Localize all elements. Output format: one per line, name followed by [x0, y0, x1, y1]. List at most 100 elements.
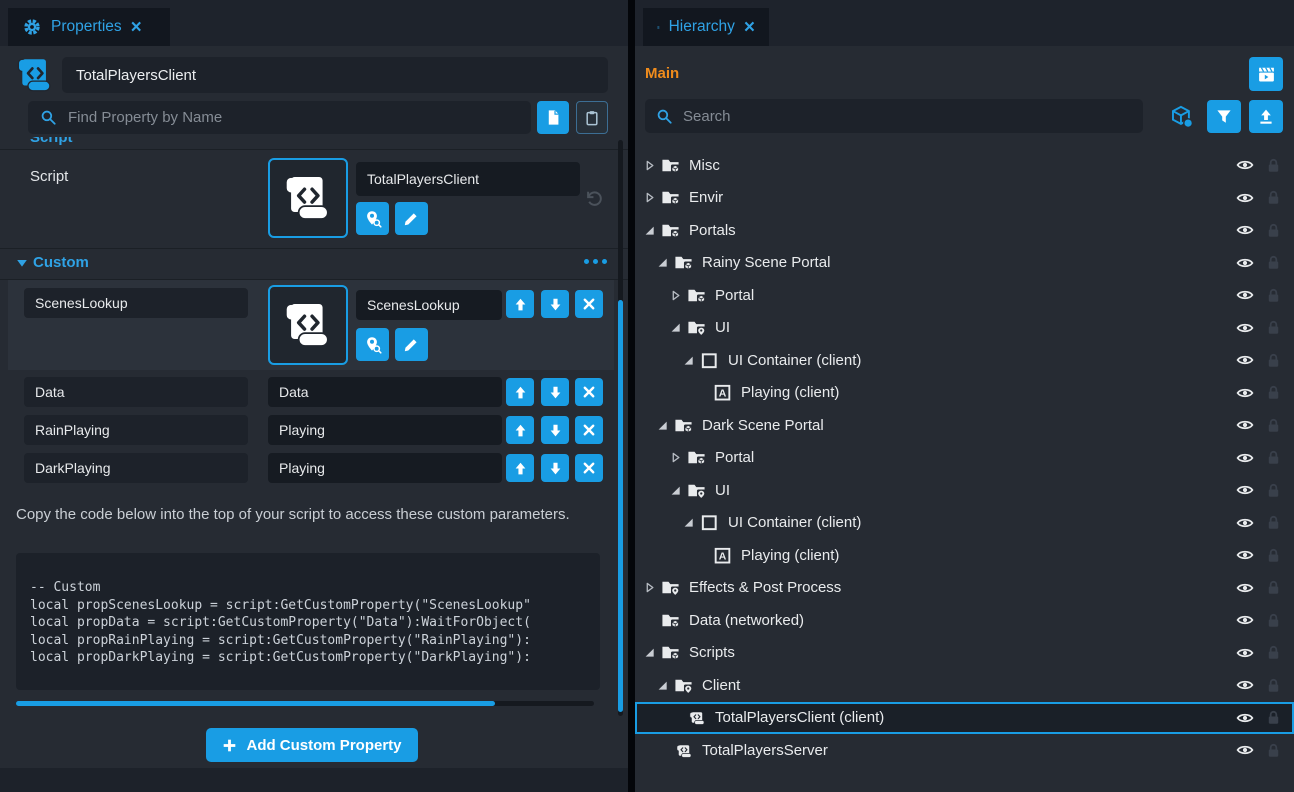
add-custom-property-button[interactable]: Add Custom Property [206, 728, 418, 762]
scene-manager-button[interactable] [1249, 57, 1283, 91]
move-down-button[interactable] [541, 378, 569, 406]
custom-prop-value-field[interactable]: Data [268, 377, 502, 407]
close-icon[interactable]: × [744, 18, 755, 37]
lock-icon[interactable] [1265, 579, 1282, 596]
horizontal-scrollbar-thumb[interactable] [16, 701, 495, 706]
visibility-eye-icon[interactable] [1236, 644, 1254, 662]
move-down-button[interactable] [541, 416, 569, 444]
visibility-eye-icon[interactable] [1236, 189, 1254, 207]
lock-icon[interactable] [1265, 514, 1282, 531]
copy-properties-button[interactable] [537, 101, 569, 134]
object-name-input[interactable] [62, 57, 608, 93]
custom-prop-name-field[interactable]: Data [24, 377, 248, 407]
tree-item[interactable]: Scripts [635, 637, 1294, 670]
lock-icon[interactable] [1265, 449, 1282, 466]
visibility-eye-icon[interactable] [1236, 156, 1254, 174]
tree-item[interactable]: UI Container (client) [635, 507, 1294, 540]
custom-prop-name-field[interactable]: DarkPlaying [24, 453, 248, 483]
visibility-eye-icon[interactable] [1236, 546, 1254, 564]
expander-icon[interactable] [643, 191, 656, 204]
custom-prop-name-field[interactable]: RainPlaying [24, 415, 248, 445]
move-down-button[interactable] [541, 290, 569, 318]
lock-icon[interactable] [1265, 482, 1282, 499]
lock-icon[interactable] [1265, 677, 1282, 694]
tree-item[interactable]: UI [635, 312, 1294, 345]
script-asset-name-field[interactable]: TotalPlayersClient [356, 162, 580, 196]
delete-property-button[interactable] [575, 378, 603, 406]
visibility-eye-icon[interactable] [1236, 351, 1254, 369]
expander-icon[interactable] [656, 419, 669, 432]
tree-item[interactable]: Misc [635, 149, 1294, 182]
lock-icon[interactable] [1265, 157, 1282, 174]
visibility-eye-icon[interactable] [1236, 481, 1254, 499]
tree-item[interactable]: UI Container (client) [635, 344, 1294, 377]
custom-section-menu-button[interactable] [584, 259, 607, 264]
find-in-project-button[interactable] [356, 202, 389, 235]
visibility-eye-icon[interactable] [1236, 741, 1254, 759]
visibility-eye-icon[interactable] [1236, 449, 1254, 467]
expander-icon[interactable] [682, 516, 695, 529]
lock-icon[interactable] [1265, 189, 1282, 206]
expander-icon[interactable] [643, 159, 656, 172]
tab-properties[interactable]: Properties × [8, 8, 170, 46]
section-collapse-triangle-icon[interactable] [16, 257, 28, 269]
tree-item[interactable]: TotalPlayersClient (client) [635, 702, 1294, 735]
find-in-project-button[interactable] [356, 328, 389, 361]
script-asset-thumbnail[interactable] [268, 158, 348, 238]
expander-icon[interactable] [643, 581, 656, 594]
expander-icon[interactable] [669, 289, 682, 302]
edit-script-button[interactable] [395, 328, 428, 361]
edit-script-button[interactable] [395, 202, 428, 235]
custom-prop-value-field[interactable]: ScenesLookup [356, 290, 502, 320]
asset-thumbnail[interactable] [268, 285, 348, 365]
lock-icon[interactable] [1265, 287, 1282, 304]
lock-icon[interactable] [1265, 319, 1282, 336]
lock-icon[interactable] [1265, 417, 1282, 434]
lock-icon[interactable] [1265, 384, 1282, 401]
tree-item[interactable]: Playing (client) [635, 539, 1294, 572]
tab-hierarchy[interactable]: Hierarchy × [643, 8, 769, 46]
paste-properties-button[interactable] [576, 101, 608, 134]
move-up-button[interactable] [506, 454, 534, 482]
visibility-eye-icon[interactable] [1236, 709, 1254, 727]
tree-item[interactable]: Playing (client) [635, 377, 1294, 410]
lock-icon[interactable] [1265, 742, 1282, 759]
expander-icon[interactable] [656, 256, 669, 269]
tree-item[interactable]: Client [635, 669, 1294, 702]
lock-icon[interactable] [1265, 254, 1282, 271]
visibility-eye-icon[interactable] [1236, 221, 1254, 239]
visibility-eye-icon[interactable] [1236, 579, 1254, 597]
expander-icon[interactable] [669, 451, 682, 464]
lock-icon[interactable] [1265, 222, 1282, 239]
tree-item[interactable]: Envir [635, 182, 1294, 215]
hierarchy-search-input[interactable] [645, 99, 1143, 133]
lock-icon[interactable] [1265, 709, 1282, 726]
visibility-eye-icon[interactable] [1236, 254, 1254, 272]
delete-property-button[interactable] [575, 416, 603, 444]
custom-prop-value-field[interactable]: Playing [268, 453, 502, 483]
visibility-eye-icon[interactable] [1236, 416, 1254, 434]
visibility-eye-icon[interactable] [1236, 514, 1254, 532]
visibility-eye-icon[interactable] [1236, 676, 1254, 694]
expander-icon[interactable] [669, 484, 682, 497]
visibility-eye-icon[interactable] [1236, 319, 1254, 337]
visibility-eye-icon[interactable] [1236, 384, 1254, 402]
code-block[interactable]: -- Customlocal propScenesLookup = script… [16, 553, 600, 690]
move-up-button[interactable] [506, 416, 534, 444]
lock-icon[interactable] [1265, 644, 1282, 661]
visibility-eye-icon[interactable] [1236, 286, 1254, 304]
move-down-button[interactable] [541, 454, 569, 482]
lock-icon[interactable] [1265, 612, 1282, 629]
expander-icon[interactable] [682, 354, 695, 367]
tree-item[interactable]: UI [635, 474, 1294, 507]
lock-icon[interactable] [1265, 547, 1282, 564]
visibility-eye-icon[interactable] [1236, 611, 1254, 629]
tree-item[interactable]: Portal [635, 279, 1294, 312]
publish-upload-button[interactable] [1249, 100, 1283, 133]
tree-item[interactable]: Data (networked) [635, 604, 1294, 637]
custom-prop-value-field[interactable]: Playing [268, 415, 502, 445]
tree-item[interactable]: Effects & Post Process [635, 572, 1294, 605]
lock-icon[interactable] [1265, 352, 1282, 369]
tree-item[interactable]: Portals [635, 214, 1294, 247]
expander-icon[interactable] [643, 646, 656, 659]
